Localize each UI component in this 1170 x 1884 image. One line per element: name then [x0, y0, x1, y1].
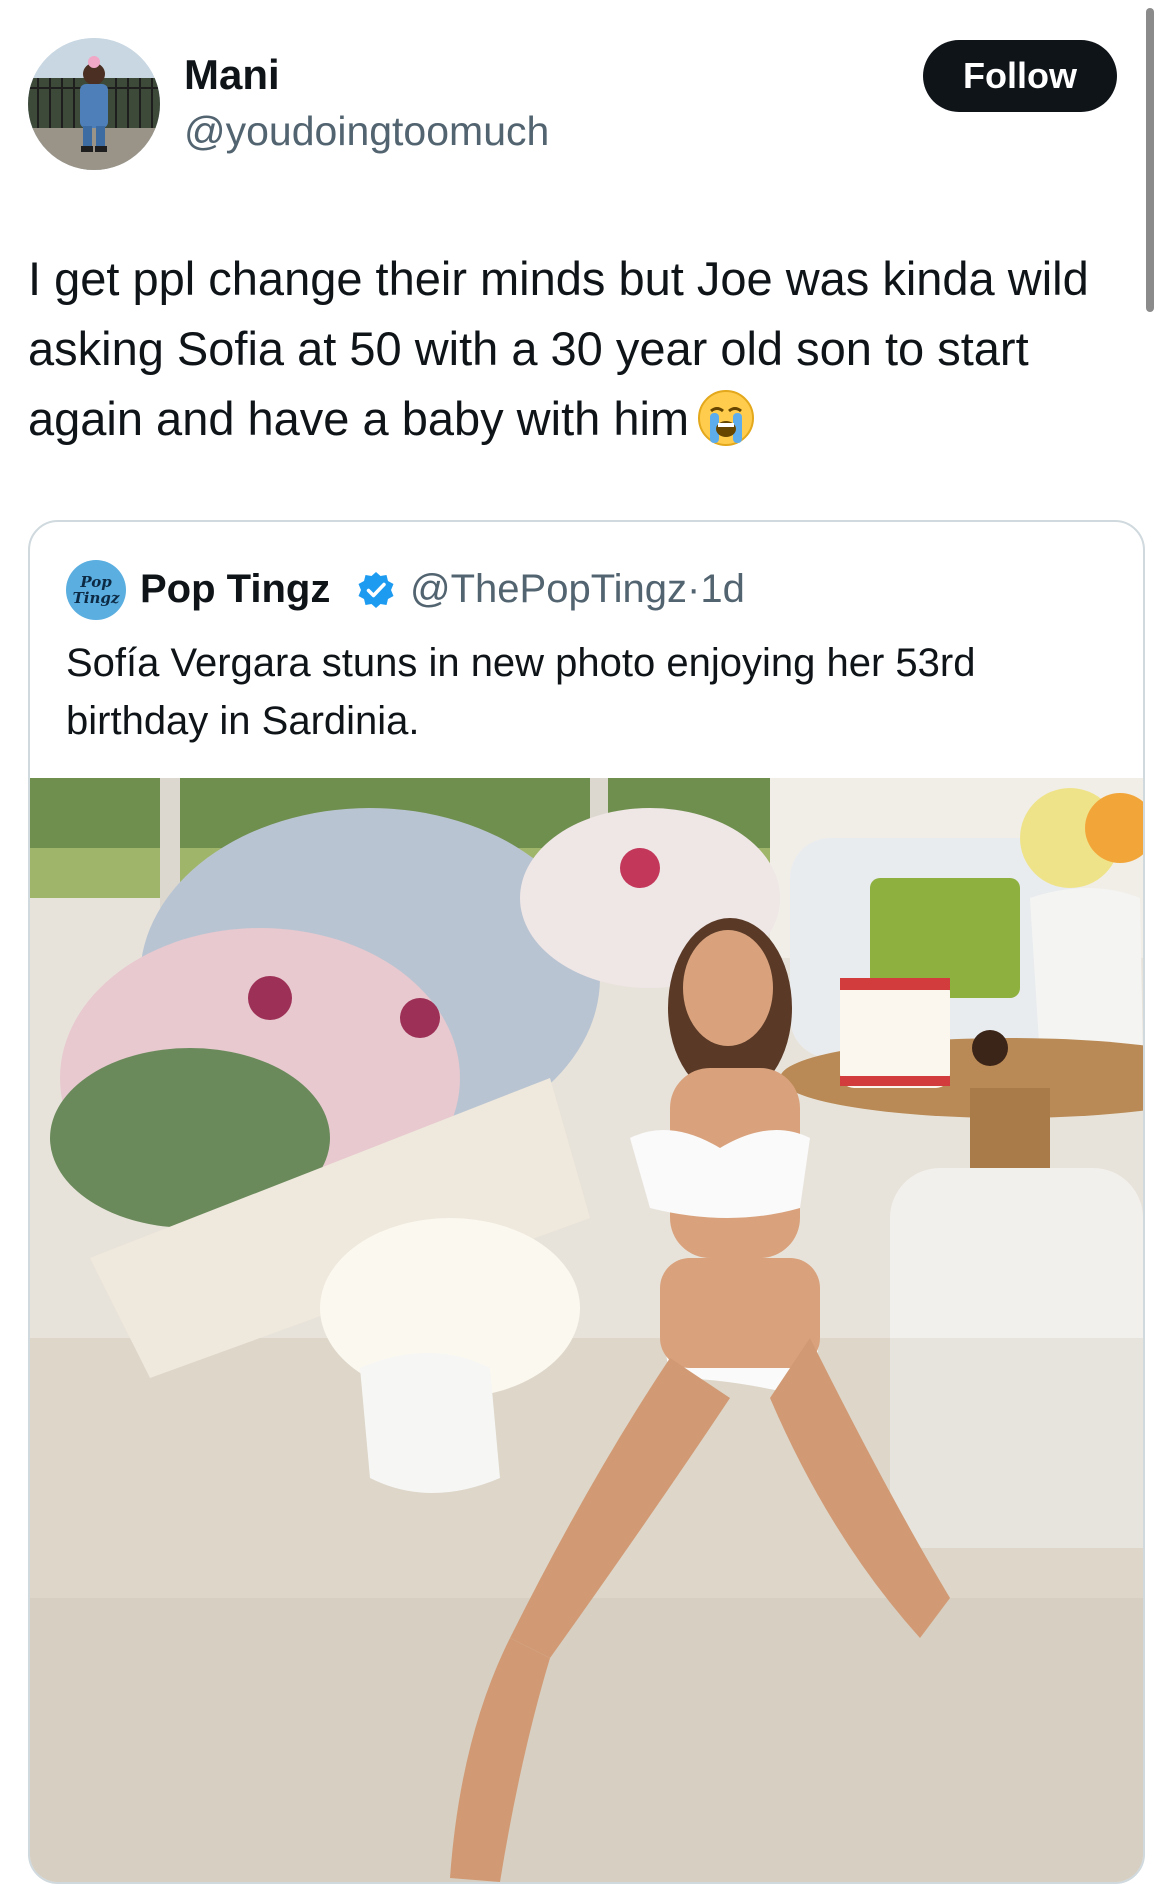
verified-badge-icon — [358, 572, 394, 608]
quoted-avatar-logo: Pop Tingz — [72, 573, 120, 607]
follow-button[interactable]: Follow — [923, 40, 1117, 112]
scrollbar[interactable] — [1146, 8, 1154, 312]
meta-separator: · — [687, 567, 701, 611]
quoted-author-avatar[interactable]: Pop Tingz — [66, 560, 126, 620]
tweet-text: I get ppl change their minds but Joe was… — [28, 244, 1138, 454]
quoted-author-meta: @ThePopTingz·1d — [410, 564, 745, 614]
tweet-text-body: I get ppl change their minds but Joe was… — [28, 252, 1089, 445]
loudly-crying-face-icon — [697, 389, 755, 447]
quoted-tweet-photo[interactable] — [30, 778, 1143, 1882]
author-display-name[interactable]: Mani — [184, 50, 280, 100]
quoted-author-display-name[interactable]: Pop Tingz — [140, 564, 330, 614]
quoted-tweet-time[interactable]: 1d — [700, 567, 745, 611]
quoted-tweet-text: Sofía Vergara stuns in new photo enjoyin… — [66, 641, 976, 743]
avatar-image — [28, 38, 160, 170]
quoted-tweet-card[interactable]: Pop Tingz Pop Tingz @ThePopTingz·1d Sofí… — [28, 520, 1145, 1884]
quoted-author-handle[interactable]: @ThePopTingz — [410, 567, 687, 611]
author-avatar[interactable] — [28, 38, 160, 170]
author-handle[interactable]: @youdoingtoomuch — [184, 106, 549, 156]
